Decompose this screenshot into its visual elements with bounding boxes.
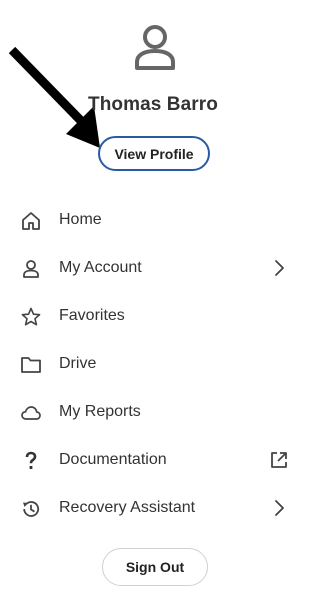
menu-item-home[interactable]: Home (0, 200, 306, 240)
menu-item-drive[interactable]: Drive (0, 344, 306, 384)
menu-item-documentation[interactable]: Documentation (0, 440, 306, 480)
sign-out-button[interactable]: Sign Out (102, 548, 208, 586)
person-icon (20, 258, 42, 280)
sign-out-label: Sign Out (125, 559, 185, 575)
menu-item-label: My Reports (59, 403, 141, 420)
menu-item-my-account[interactable]: My Account (0, 248, 306, 288)
user-name: Thomas Barro (87, 94, 218, 115)
menu-item-favorites[interactable]: Favorites (0, 296, 306, 336)
view-profile-button[interactable]: View Profile (98, 136, 210, 171)
chevron-right-icon (268, 257, 290, 279)
avatar (134, 24, 176, 70)
home-icon (20, 210, 42, 232)
menu-item-label: My Account (59, 259, 142, 276)
menu-item-label: Recovery Assistant (59, 499, 196, 516)
menu-item-label: Drive (59, 355, 97, 372)
annotation-arrow-icon (8, 46, 100, 148)
history-icon (20, 498, 42, 520)
view-profile-label: View Profile (114, 145, 194, 162)
folder-icon (20, 354, 42, 376)
person-avatar-icon (135, 25, 175, 70)
menu-item-recovery-assistant[interactable]: Recovery Assistant (0, 488, 306, 528)
menu-item-label: Documentation (59, 451, 167, 468)
external-link-icon (268, 449, 290, 471)
menu-item-label: Home (59, 211, 102, 228)
chevron-right-icon (268, 497, 290, 519)
cloud-icon (20, 402, 42, 424)
question-mark-icon (20, 450, 42, 472)
menu-item-label: Favorites (59, 307, 125, 324)
menu-item-my-reports[interactable]: My Reports (0, 392, 306, 432)
star-icon (20, 306, 42, 328)
